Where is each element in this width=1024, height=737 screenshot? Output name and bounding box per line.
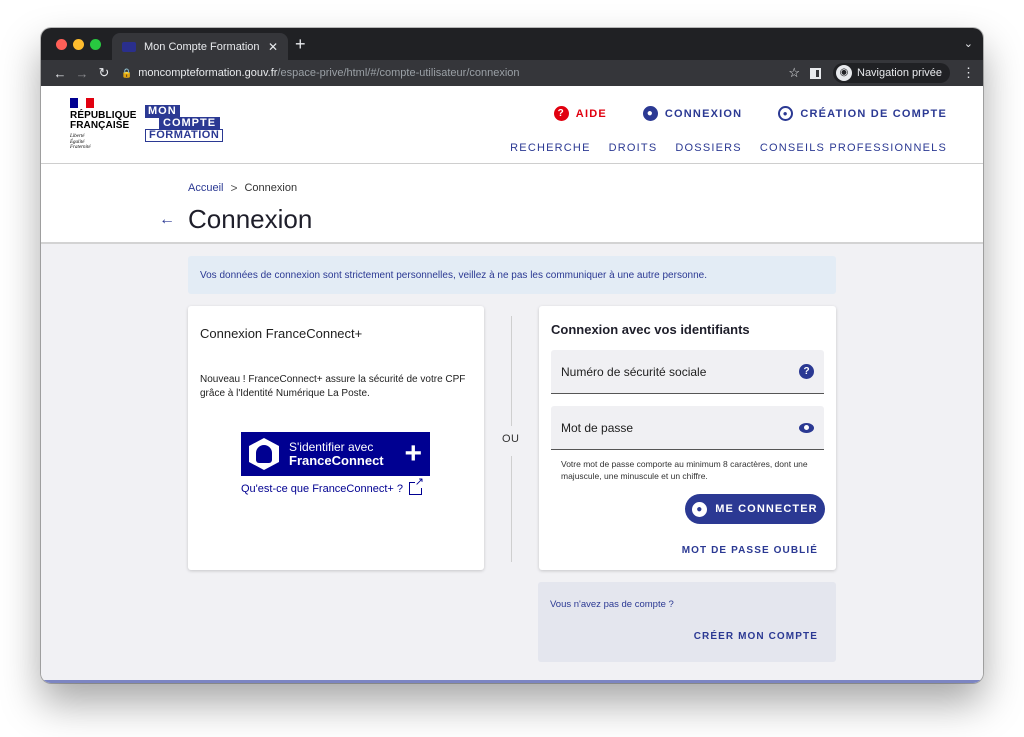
ssn-input[interactable]: Numéro de sécurité sociale ? [551, 350, 824, 394]
browser-menu-icon[interactable]: ⋮ [962, 65, 975, 81]
franceconnect-logo-icon [249, 438, 279, 470]
mon-compte-formation-logo[interactable]: MON COMPTE FORMATION [145, 105, 224, 142]
rf-motto-fraternite: Fraternité [70, 145, 91, 150]
page-title-band: Accueil > Connexion ← Connexion [41, 164, 983, 244]
browser-tab-strip: Mon Compte Formation ✕ + ⌄ [41, 28, 983, 60]
nav-aide-link[interactable]: ? AIDE [553, 106, 607, 121]
breadcrumb-home-link[interactable]: Accueil [188, 182, 223, 194]
franceconnect-plus-icon: + [404, 437, 422, 470]
franceconnect-title: Connexion FranceConnect+ [200, 326, 363, 341]
rf-name-line2: FRANÇAISE [70, 120, 130, 131]
question-help-icon[interactable]: ? [799, 364, 814, 379]
incognito-icon: ◉ [836, 65, 852, 81]
republique-francaise-logo[interactable]: RÉPUBLIQUE FRANÇAISE Liberté Égalité Fra… [70, 98, 137, 151]
privacy-notice: Vos données de connexion sont strictemen… [188, 256, 836, 294]
nav-dossiers[interactable]: DOSSIERS [675, 142, 741, 154]
forgot-password-link[interactable]: MOT DE PASSE OUBLIÉ [682, 545, 818, 556]
franceconnect-button-line1: S'identifier avec [289, 440, 374, 454]
breadcrumb: Accueil > Connexion [188, 181, 297, 195]
browser-toolbar: ← → ↻ 🔒 moncompteformation.gouv.fr /espa… [41, 60, 983, 86]
tab-close-icon[interactable]: ✕ [268, 40, 278, 54]
tab-search-chevron-icon[interactable]: ⌄ [964, 37, 973, 50]
french-flag-icon [70, 98, 94, 108]
address-bar[interactable]: 🔒 moncompteformation.gouv.fr /espace-pri… [121, 67, 778, 79]
no-account-question: Vous n'avez pas de compte ? [550, 599, 674, 610]
nav-aide-label: AIDE [575, 107, 607, 120]
nav-connexion-link[interactable]: ● CONNEXION [642, 106, 743, 121]
franceconnect-info-link[interactable]: Qu'est-ce que FranceConnect+ ? [241, 477, 424, 495]
separator-ou: OU [502, 433, 520, 445]
footer-border [41, 680, 983, 683]
reload-icon[interactable]: ↻ [93, 65, 115, 81]
nav-recherche[interactable]: RECHERCHE [510, 142, 590, 154]
incognito-label: Navigation privée [857, 67, 942, 79]
me-connecter-label: ME CONNECTER [715, 503, 818, 515]
credentials-title: Connexion avec vos identifiants [551, 322, 750, 337]
back-nav-icon[interactable]: ← [49, 66, 71, 81]
site-header: RÉPUBLIQUE FRANÇAISE Liberté Égalité Fra… [41, 86, 983, 164]
breadcrumb-current: Connexion [244, 182, 298, 194]
user-outline-icon: ● [778, 106, 794, 121]
franceconnect-button-line2: FranceConnect [289, 453, 384, 468]
forward-nav-icon[interactable]: → [71, 66, 93, 81]
page-title: Connexion [188, 204, 313, 234]
logo-line-formation: FORMATION [145, 129, 224, 142]
franceconnect-button-text: S'identifier avec FranceConnect [289, 440, 384, 468]
maximize-window-button[interactable] [90, 39, 101, 50]
franceconnect-info-label: Qu'est-ce que FranceConnect+ ? [241, 482, 403, 495]
browser-tab-active[interactable]: Mon Compte Formation ✕ [112, 33, 288, 60]
main-content: Vos données de connexion sont strictemen… [41, 244, 983, 683]
rf-motto: Liberté Égalité Fraternité [70, 134, 137, 151]
create-account-link[interactable]: CRÉER MON COMPTE [694, 631, 818, 642]
credentials-card: Connexion avec vos identifiants Numéro d… [539, 306, 836, 570]
nav-conseils-professionnels[interactable]: CONSEILS PROFESSIONNELS [760, 142, 947, 154]
breadcrumb-chevron-icon: > [230, 181, 238, 195]
separator-line-bottom [511, 456, 512, 562]
help-icon: ? [553, 106, 569, 121]
ssn-placeholder: Numéro de sécurité sociale [561, 364, 707, 379]
user-circle-icon: ● [692, 501, 708, 517]
main-nav: RECHERCHE DROITS DOSSIERS CONSEILS PROFE… [492, 142, 947, 154]
back-arrow-icon[interactable]: ← [159, 211, 175, 229]
nav-creation-label: CRÉATION DE COMPTE [800, 107, 947, 120]
nav-creation-link[interactable]: ● CRÉATION DE COMPTE [778, 106, 947, 121]
tab-title: Mon Compte Formation [144, 40, 260, 53]
nav-droits[interactable]: DROITS [609, 142, 658, 154]
password-hint: Votre mot de passe comporte au minimum 8… [561, 459, 808, 481]
minimize-window-button[interactable] [73, 39, 84, 50]
browser-window: Mon Compte Formation ✕ + ⌄ ← → ↻ 🔒 monco… [41, 28, 983, 683]
bookmark-star-icon[interactable]: ☆ [788, 65, 800, 81]
franceconnect-description: Nouveau ! FranceConnect+ assure la sécur… [200, 374, 466, 399]
new-tab-button[interactable]: + [295, 34, 306, 54]
password-placeholder: Mot de passe [561, 420, 634, 435]
separator-line-top [511, 316, 512, 426]
no-account-panel: Vous n'avez pas de compte ? CRÉER MON CO… [538, 582, 836, 662]
external-link-icon [409, 477, 424, 495]
url-path: /espace-prive/html/#/compte-utilisateur/… [277, 67, 520, 79]
favicon-icon [122, 41, 136, 52]
me-connecter-button[interactable]: ● ME CONNECTER [685, 494, 825, 524]
close-window-button[interactable] [56, 39, 67, 50]
incognito-indicator[interactable]: ◉ Navigation privée [833, 63, 950, 83]
lock-icon: 🔒 [121, 67, 133, 78]
password-input[interactable]: Mot de passe [551, 406, 824, 450]
franceconnect-button[interactable]: S'identifier avec FranceConnect + [241, 432, 430, 476]
side-panel-icon[interactable] [810, 67, 821, 79]
nav-connexion-label: CONNEXION [664, 107, 743, 120]
show-password-eye-icon[interactable] [799, 422, 814, 433]
franceconnect-card: Connexion FranceConnect+ Nouveau ! Franc… [188, 306, 484, 570]
top-nav: ? AIDE ● CONNEXION ● CRÉATION DE COMPTE [518, 106, 947, 121]
user-circle-icon: ● [642, 106, 658, 121]
url-host: moncompteformation.gouv.fr [138, 67, 278, 79]
